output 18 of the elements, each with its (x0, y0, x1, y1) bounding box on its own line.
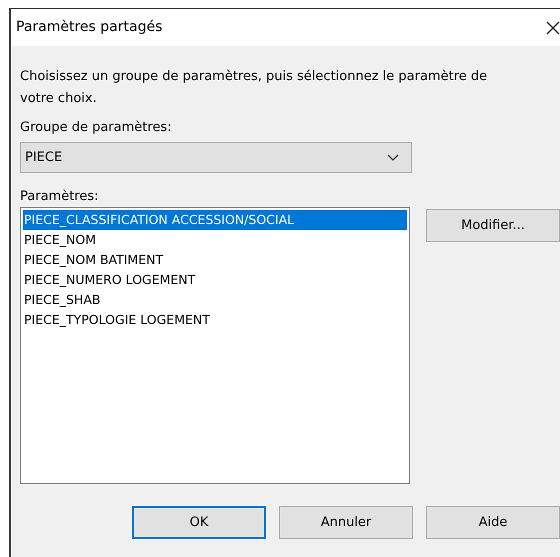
parameter-item[interactable]: PIECE_NUMERO LOGEMENT (23, 270, 407, 290)
parameter-item[interactable]: PIECE_NOM (23, 230, 407, 250)
parameter-item[interactable]: PIECE_NOM BATIMENT (23, 250, 407, 270)
parameter-item[interactable]: PIECE_TYPOLOGIE LOGEMENT (23, 310, 407, 330)
parameter-item[interactable]: PIECE_CLASSIFICATION ACCESSION/SOCIAL (23, 210, 407, 230)
group-label: Groupe de paramètres: (20, 119, 173, 137)
dialog-button[interactable]: Annuler (279, 506, 413, 539)
window-title: Paramètres partagés (16, 18, 162, 37)
parameters-list[interactable]: PIECE_CLASSIFICATION ACCESSION/SOCIAL PIECE_NOM PIECE_NOM BATIMENT PIECE_NUMERO LOGEMENT PIECE_SHAB PIECE_TYPOLOGIE LOGEMENT (20, 207, 410, 484)
parameter-item[interactable]: PIECE_SHAB (23, 290, 407, 310)
dialog-button[interactable]: OK (132, 506, 266, 539)
parameters-label: Paramètres: (20, 188, 100, 206)
chevron-down-icon (387, 154, 399, 162)
group-dropdown[interactable]: PIECE (20, 142, 412, 173)
close-icon[interactable] (546, 20, 560, 34)
dialog-button[interactable]: Aide (426, 506, 560, 539)
modify-button[interactable]: Modifier... (426, 209, 560, 242)
instruction-text: Choisissez un groupe de paramètres, puis sélectionnez le paramètre de votre choix. (20, 68, 488, 108)
